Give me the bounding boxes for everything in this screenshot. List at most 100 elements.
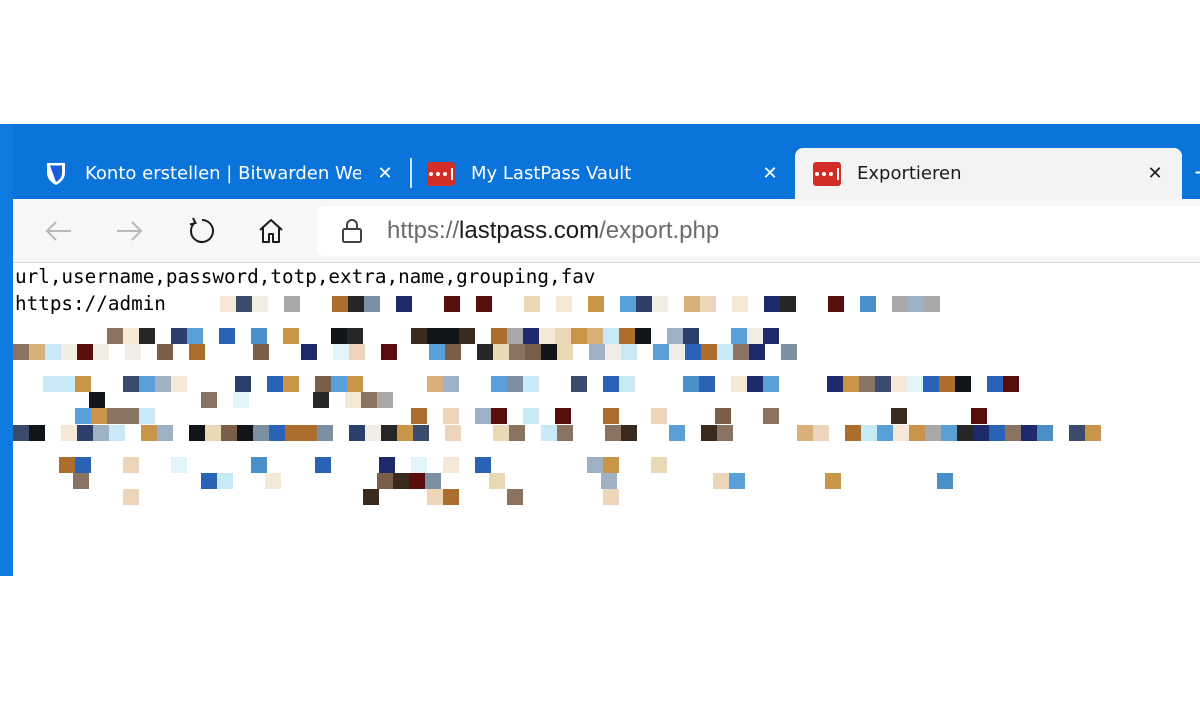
redaction-pixel bbox=[397, 425, 413, 441]
redaction-pixel bbox=[907, 376, 923, 392]
redaction-pixel bbox=[557, 344, 573, 360]
redaction-pixel bbox=[892, 296, 908, 312]
redaction-pixel bbox=[220, 296, 236, 312]
tab-exportieren[interactable]: Exportieren ✕ bbox=[795, 148, 1182, 199]
redaction-pixel bbox=[813, 425, 829, 441]
tab-bitwarden[interactable]: Konto erstellen | Bitwarden Web- ✕ bbox=[13, 148, 409, 199]
tab-lastpass-vault[interactable]: My LastPass Vault ✕ bbox=[414, 148, 794, 199]
redaction-pixel bbox=[509, 344, 525, 360]
redaction-pixel bbox=[445, 425, 461, 441]
redaction-pixel bbox=[747, 376, 763, 392]
address-bar[interactable]: https://lastpass.com/export.php bbox=[317, 206, 1200, 256]
redaction-pixel bbox=[93, 344, 109, 360]
redaction-pixel bbox=[525, 344, 541, 360]
redaction-pixel bbox=[845, 425, 861, 441]
new-tab-button[interactable]: + bbox=[1193, 158, 1200, 186]
back-button[interactable] bbox=[41, 213, 77, 249]
redaction-pixel bbox=[444, 296, 460, 312]
close-tab-icon[interactable]: ✕ bbox=[373, 161, 397, 185]
redaction-pixel bbox=[381, 425, 397, 441]
redaction-pixel bbox=[987, 376, 1003, 392]
redaction-pixel bbox=[713, 473, 729, 489]
redaction-pixel bbox=[507, 376, 523, 392]
redaction-pixel bbox=[157, 425, 173, 441]
redaction-pixel bbox=[683, 376, 699, 392]
redaction-pixel bbox=[123, 328, 139, 344]
redaction-pixel bbox=[491, 376, 507, 392]
home-button[interactable] bbox=[253, 213, 289, 249]
back-arrow-icon bbox=[45, 221, 71, 241]
redaction-pixel bbox=[715, 408, 731, 424]
redaction-pixel bbox=[589, 344, 605, 360]
redaction-pixel bbox=[91, 408, 107, 424]
redaction-pixel bbox=[409, 473, 425, 489]
redaction-pixel bbox=[236, 296, 252, 312]
refresh-button[interactable] bbox=[183, 213, 219, 249]
redaction-pixel bbox=[171, 457, 187, 473]
redaction-pixel bbox=[653, 344, 669, 360]
redaction-pixel bbox=[669, 344, 685, 360]
redaction-pixel bbox=[523, 376, 539, 392]
url-scheme: https:// bbox=[387, 217, 460, 244]
redaction-pixel bbox=[973, 425, 989, 441]
redaction-pixel bbox=[107, 328, 123, 344]
redaction-pixel bbox=[507, 489, 523, 505]
redaction-pixel bbox=[253, 425, 269, 441]
redaction-pixel bbox=[301, 425, 317, 441]
page-content: url,username,password,totp,extra,name,gr… bbox=[13, 263, 1200, 576]
redaction-pixel bbox=[445, 344, 461, 360]
redaction-pixel bbox=[363, 489, 379, 505]
close-tab-icon[interactable]: ✕ bbox=[1143, 161, 1167, 185]
redaction-pixel bbox=[491, 328, 507, 344]
redaction-pixel bbox=[379, 457, 395, 473]
redaction-pixel bbox=[377, 473, 393, 489]
redaction-pixel bbox=[635, 328, 651, 344]
redaction-pixel bbox=[73, 473, 89, 489]
redaction-pixel bbox=[619, 328, 635, 344]
redaction-pixel bbox=[425, 473, 441, 489]
redaction-pixel bbox=[89, 392, 105, 408]
redaction-pixel bbox=[13, 425, 29, 441]
tab-label: Exportieren bbox=[857, 163, 962, 184]
redaction-pixel bbox=[411, 408, 427, 424]
redaction-pixel bbox=[75, 457, 91, 473]
redaction-pixel bbox=[1085, 425, 1101, 441]
close-tab-icon[interactable]: ✕ bbox=[758, 161, 782, 185]
tab-bar: Konto erstellen | Bitwarden Web- ✕ My La… bbox=[13, 148, 1200, 199]
redaction-pixel bbox=[684, 296, 700, 312]
redaction-pixel bbox=[347, 328, 363, 344]
redaction-pixel bbox=[443, 457, 459, 473]
navigation-toolbar: https://lastpass.com/export.php bbox=[13, 199, 1200, 263]
redaction-pixel bbox=[59, 376, 75, 392]
redaction-pixel bbox=[493, 425, 509, 441]
redaction-pixel bbox=[523, 408, 539, 424]
redaction-pixel bbox=[13, 344, 29, 360]
url-domain: lastpass.com bbox=[459, 217, 600, 244]
window-top-edge bbox=[0, 124, 1200, 148]
redaction-pixel bbox=[989, 425, 1005, 441]
redaction-pixel bbox=[333, 344, 349, 360]
redaction-pixel bbox=[411, 457, 427, 473]
redaction-pixel bbox=[541, 344, 557, 360]
redaction-pixel bbox=[603, 376, 619, 392]
redaction-pixel bbox=[588, 296, 604, 312]
window-left-edge bbox=[0, 124, 13, 576]
redaction-pixel bbox=[601, 473, 617, 489]
redaction-pixel bbox=[139, 328, 155, 344]
redaction-pixel bbox=[875, 376, 891, 392]
redaction-pixel bbox=[315, 376, 331, 392]
redaction-pixel bbox=[1037, 425, 1053, 441]
redaction-pixel bbox=[667, 328, 683, 344]
redaction-pixel bbox=[620, 296, 636, 312]
redaction-pixel bbox=[541, 425, 557, 441]
redaction-pixel bbox=[605, 425, 621, 441]
forward-button[interactable] bbox=[111, 213, 147, 249]
redaction-pixel bbox=[361, 392, 377, 408]
redaction-pixel bbox=[843, 376, 859, 392]
redaction-pixel bbox=[587, 328, 603, 344]
redaction-pixel bbox=[475, 408, 491, 424]
redaction-pixel bbox=[877, 425, 893, 441]
redaction-pixel bbox=[93, 425, 109, 441]
redaction-pixel bbox=[891, 376, 907, 392]
redaction-pixel bbox=[443, 408, 459, 424]
